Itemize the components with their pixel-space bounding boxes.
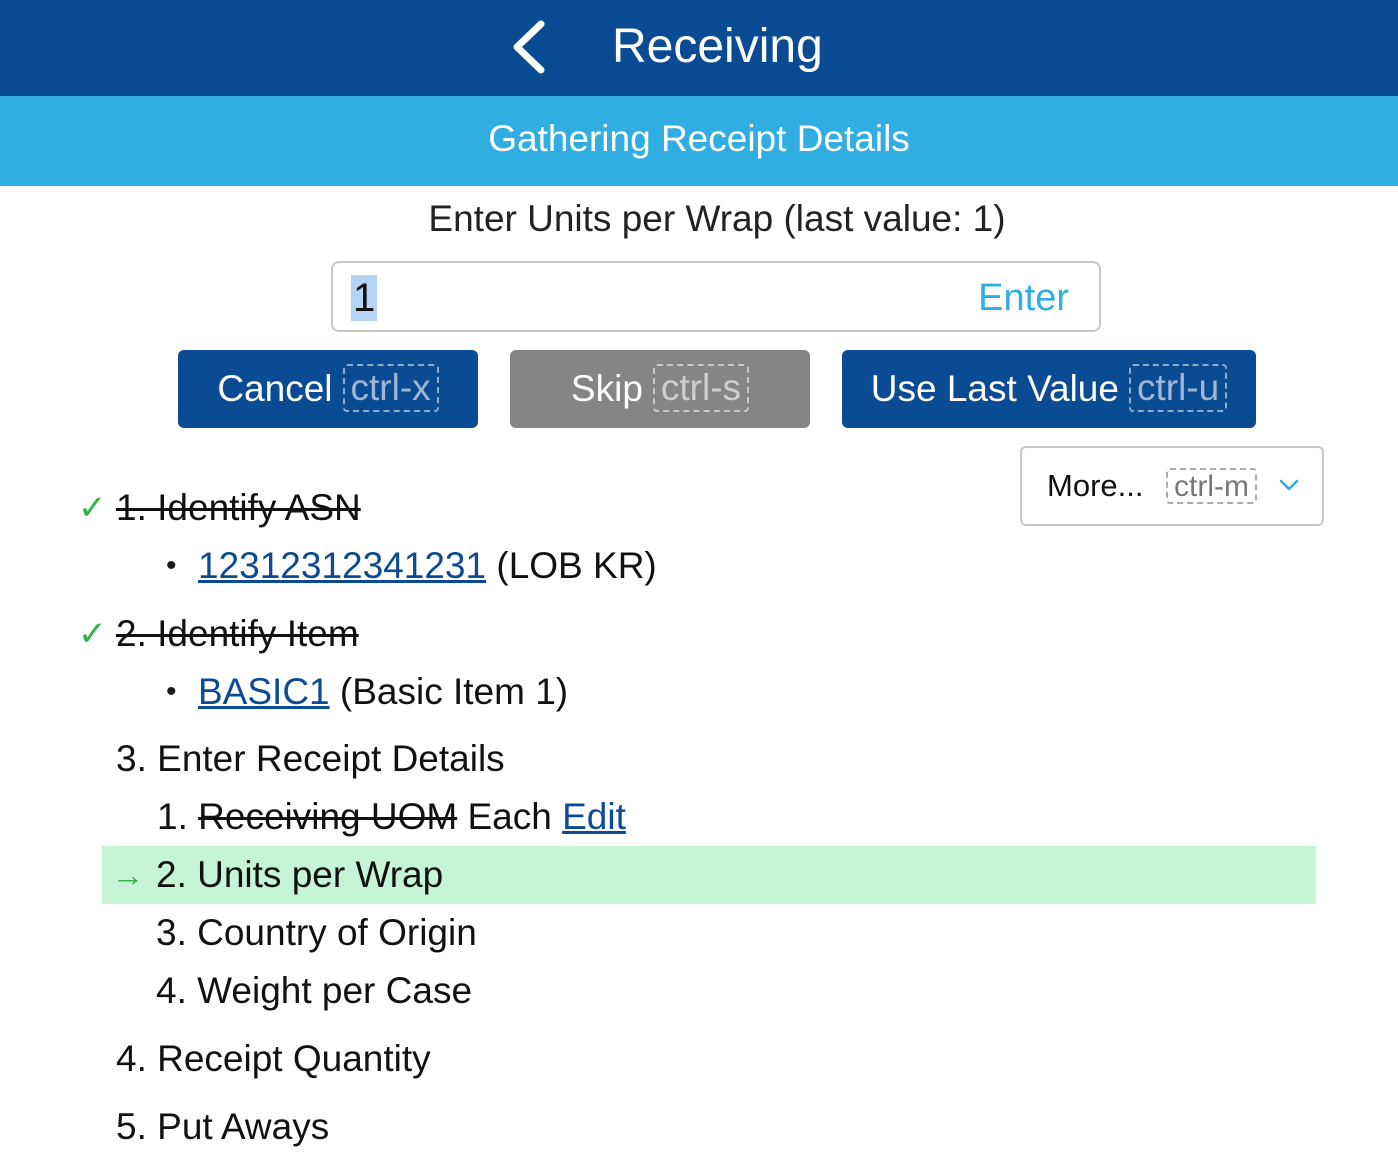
units-per-wrap-input[interactable]: 1 Enter	[331, 261, 1101, 332]
more-dropdown[interactable]: More... ctrl-m	[1020, 446, 1324, 526]
check-icon: ✓	[78, 615, 107, 653]
step-put-aways: 5. Put Aways	[116, 1106, 330, 1147]
use-last-label: Use Last Value	[870, 368, 1119, 409]
step-enter-receipt-details: 3. Enter Receipt Details	[116, 738, 505, 779]
arrow-right-icon: →	[112, 857, 144, 893]
skip-shortcut: ctrl-s	[652, 364, 750, 413]
substep-value: Each	[467, 796, 552, 837]
chevron-left-icon	[513, 20, 545, 74]
step-label: 2. Identify Item	[116, 613, 359, 654]
app-header: Receiving	[0, 0, 1398, 96]
subheader: Gathering Receipt Details	[0, 96, 1398, 186]
use-last-value-button[interactable]: Use Last Value ctrl-u	[842, 350, 1256, 428]
bullet-icon: •	[166, 675, 177, 708]
asn-lob: (LOB KR)	[496, 545, 657, 586]
cancel-button[interactable]: Cancel ctrl-x	[178, 350, 478, 428]
item-link[interactable]: BASIC1	[198, 671, 330, 712]
skip-label: Skip	[570, 368, 643, 409]
page-title: Receiving	[612, 20, 823, 73]
skip-button[interactable]: Skip ctrl-s	[510, 350, 810, 428]
input-prompt: Enter Units per Wrap (last value: 1)	[428, 198, 1006, 239]
input-value[interactable]: 1	[351, 275, 378, 321]
back-button[interactable]	[505, 18, 555, 76]
cancel-shortcut: ctrl-x	[342, 364, 439, 413]
chevron-down-icon	[1279, 479, 1299, 491]
step-receipt-quantity: 4. Receipt Quantity	[116, 1038, 431, 1079]
substep-country-of-origin: 3. Country of Origin	[156, 912, 477, 953]
substep-receiving-uom: 1. Receiving UOM Each Edit	[157, 793, 626, 841]
enter-button[interactable]: Enter	[978, 275, 1069, 321]
bullet-icon: •	[166, 549, 177, 582]
item-description: (Basic Item 1)	[339, 671, 569, 712]
more-shortcut: ctrl-m	[1166, 468, 1257, 504]
substep-weight-per-case: 4. Weight per Case	[156, 970, 473, 1011]
use-last-shortcut: ctrl-u	[1128, 364, 1228, 413]
cancel-label: Cancel	[217, 368, 333, 409]
step-label: 1. Identify ASN	[116, 487, 361, 528]
substep-number: 1.	[157, 796, 188, 837]
edit-link[interactable]: Edit	[562, 796, 626, 837]
step-identify-asn: 1. Identify ASN	[116, 484, 361, 532]
asn-link[interactable]: 12312312341231	[198, 545, 486, 586]
substep-label: Receiving UOM	[198, 796, 458, 837]
check-icon: ✓	[78, 489, 107, 527]
substep-units-per-wrap: 2. Units per Wrap	[156, 854, 444, 895]
asn-detail: 12312312341231 (LOB KR)	[198, 542, 657, 590]
more-label: More...	[1047, 468, 1144, 503]
step-identify-item: 2. Identify Item	[116, 610, 359, 658]
item-detail: BASIC1 (Basic Item 1)	[198, 668, 568, 716]
